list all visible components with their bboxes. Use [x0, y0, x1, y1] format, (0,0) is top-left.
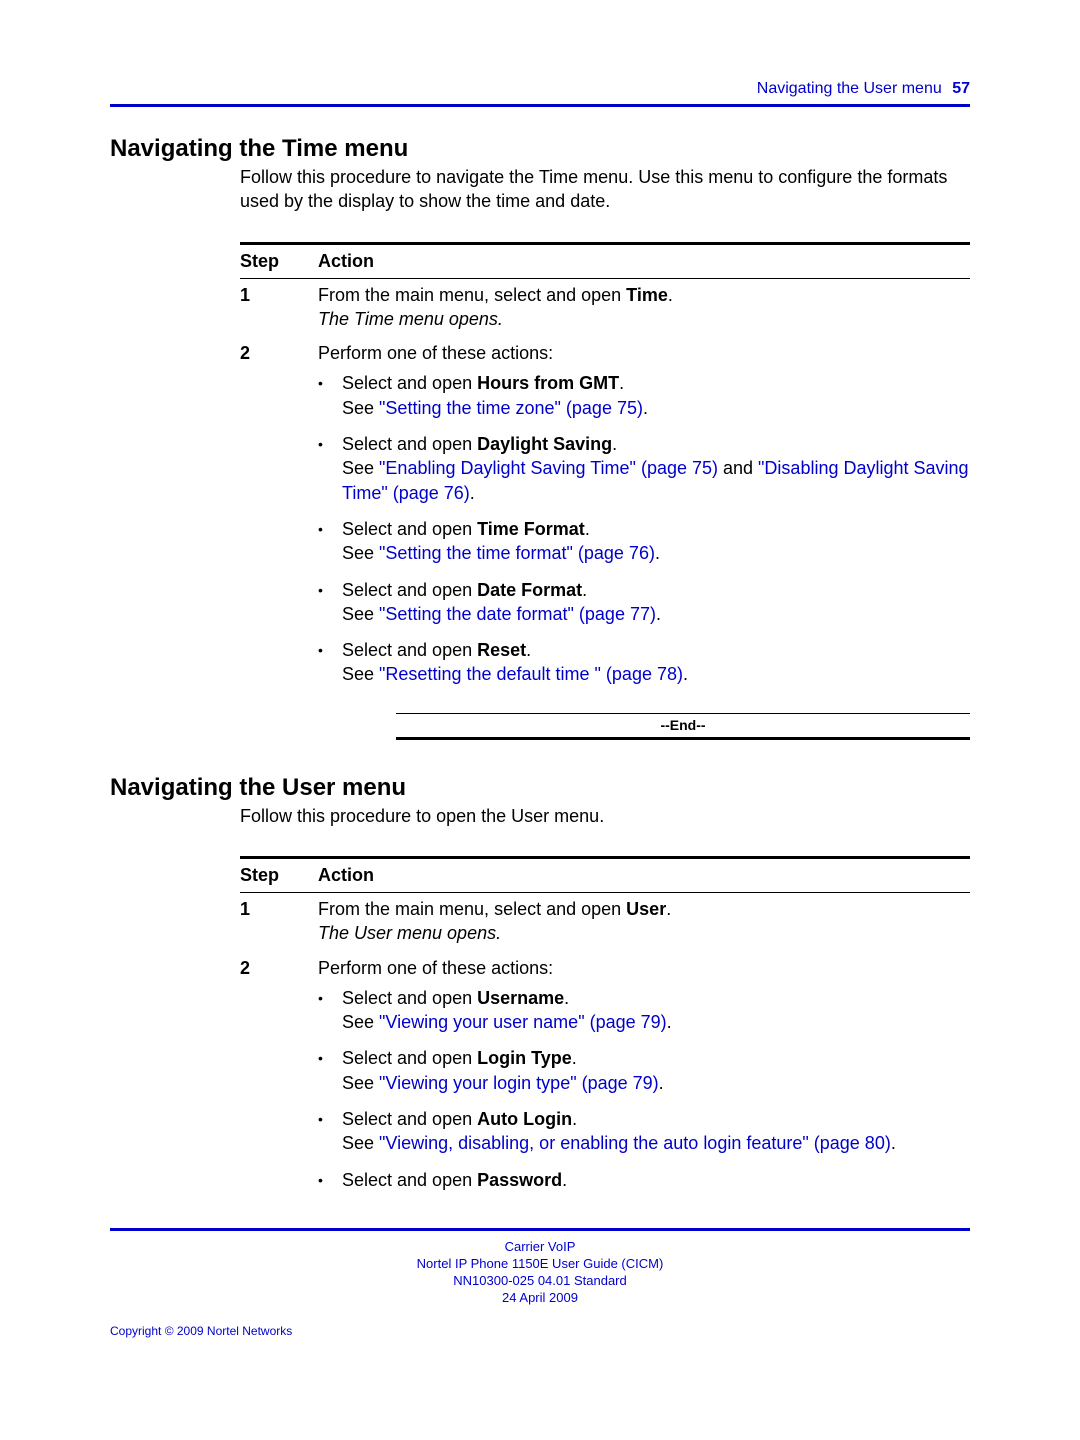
- page-number: 57: [952, 80, 970, 97]
- step-col-header: Step: [240, 251, 318, 272]
- cross-ref-link[interactable]: "Setting the time format" (page 76): [379, 543, 655, 563]
- step-action: From the main menu, select and open User…: [318, 897, 970, 946]
- bullet-icon: •: [318, 371, 342, 420]
- section-intro-time: Follow this procedure to navigate the Ti…: [240, 165, 970, 214]
- step-col-header: Step: [240, 865, 318, 886]
- cross-ref-link[interactable]: "Resetting the default time " (page 78): [379, 664, 683, 684]
- header-title: Navigating the User menu: [757, 80, 942, 97]
- section-heading-time: Navigating the Time menu: [110, 135, 970, 163]
- table-header: Step Action: [240, 859, 970, 892]
- step-number: 2: [240, 341, 318, 739]
- list-item: • Select and open Daylight Saving. See "…: [318, 426, 970, 511]
- footer-rule: [110, 1228, 970, 1231]
- step-action: From the main menu, select and open Time…: [318, 283, 970, 332]
- cross-ref-link[interactable]: "Enabling Daylight Saving Time" (page 75…: [379, 458, 718, 478]
- list-item: • Select and open Password.: [318, 1162, 970, 1198]
- footer-line: 24 April 2009: [110, 1290, 970, 1307]
- cross-ref-link[interactable]: "Viewing your user name" (page 79): [379, 1012, 667, 1032]
- footer-line: Nortel IP Phone 1150E User Guide (CICM): [110, 1256, 970, 1273]
- table-row: 1 From the main menu, select and open Us…: [240, 893, 970, 952]
- bullet-text: Select and open Login Type. See "Viewing…: [342, 1046, 970, 1095]
- step-result: The User menu opens.: [318, 923, 501, 943]
- action-col-header: Action: [318, 251, 970, 272]
- bullet-text: Select and open Hours from GMT. See "Set…: [342, 371, 970, 420]
- list-item: • Select and open Reset. See "Resetting …: [318, 632, 970, 693]
- step-number: 1: [240, 897, 318, 946]
- bullet-icon: •: [318, 1046, 342, 1095]
- header-rule: [110, 104, 970, 107]
- bullet-text: Select and open Date Format. See "Settin…: [342, 578, 970, 627]
- cross-ref-link[interactable]: "Viewing your login type" (page 79): [379, 1073, 659, 1093]
- list-item: • Select and open Auto Login. See "Viewi…: [318, 1101, 970, 1162]
- end-block: --End--: [396, 713, 970, 740]
- bullet-text: Select and open Reset. See "Resetting th…: [342, 638, 970, 687]
- bullet-icon: •: [318, 432, 342, 505]
- step-table-user: Step Action 1 From the main menu, select…: [240, 856, 970, 1204]
- cross-ref-link[interactable]: "Setting the time zone" (page 75): [379, 398, 643, 418]
- table-row: 1 From the main menu, select and open Ti…: [240, 279, 970, 338]
- step-number: 2: [240, 956, 318, 1198]
- bullet-list: • Select and open Hours from GMT. See "S…: [318, 365, 970, 692]
- section-heading-user: Navigating the User menu: [110, 774, 970, 802]
- action-col-header: Action: [318, 865, 970, 886]
- cross-ref-link[interactable]: "Viewing, disabling, or enabling the aut…: [379, 1133, 891, 1153]
- footer-line: NN10300-025 04.01 Standard: [110, 1273, 970, 1290]
- copyright-text: Copyright © 2009 Nortel Networks: [110, 1324, 970, 1338]
- list-item: • Select and open Time Format. See "Sett…: [318, 511, 970, 572]
- footer-line: Carrier VoIP: [110, 1239, 970, 1256]
- step-result: The Time menu opens.: [318, 309, 503, 329]
- step-text: From the main menu, select and open User…: [318, 899, 671, 919]
- table-header: Step Action: [240, 245, 970, 278]
- bullet-icon: •: [318, 517, 342, 566]
- bullet-icon: •: [318, 578, 342, 627]
- bullet-icon: •: [318, 1107, 342, 1156]
- step-table-time: Step Action 1 From the main menu, select…: [240, 242, 970, 746]
- bullet-text: Select and open Auto Login. See "Viewing…: [342, 1107, 970, 1156]
- bullet-icon: •: [318, 638, 342, 687]
- section-intro-user: Follow this procedure to open the User m…: [240, 804, 970, 828]
- bullet-list: • Select and open Username. See "Viewing…: [318, 980, 970, 1198]
- list-item: • Select and open Hours from GMT. See "S…: [318, 365, 970, 426]
- end-rule-bottom: [396, 737, 970, 740]
- bullet-icon: •: [318, 1168, 342, 1192]
- cross-ref-link[interactable]: "Setting the date format" (page 77): [379, 604, 656, 624]
- bullet-text: Select and open Time Format. See "Settin…: [342, 517, 970, 566]
- page-footer: Carrier VoIP Nortel IP Phone 1150E User …: [110, 1239, 970, 1307]
- step-text: Perform one of these actions:: [318, 343, 553, 363]
- table-row: 2 Perform one of these actions: • Select…: [240, 952, 970, 1204]
- end-marker: --End--: [396, 714, 970, 737]
- step-number: 1: [240, 283, 318, 332]
- table-row: 2 Perform one of these actions: • Select…: [240, 337, 970, 745]
- step-text: From the main menu, select and open Time…: [318, 285, 673, 305]
- bullet-text: Select and open Daylight Saving. See "En…: [342, 432, 970, 505]
- bullet-text: Select and open Username. See "Viewing y…: [342, 986, 970, 1035]
- list-item: • Select and open Login Type. See "Viewi…: [318, 1040, 970, 1101]
- step-action: Perform one of these actions: • Select a…: [318, 956, 970, 1198]
- list-item: • Select and open Username. See "Viewing…: [318, 980, 970, 1041]
- list-item: • Select and open Date Format. See "Sett…: [318, 572, 970, 633]
- step-action: Perform one of these actions: • Select a…: [318, 341, 970, 739]
- bullet-icon: •: [318, 986, 342, 1035]
- step-text: Perform one of these actions:: [318, 958, 553, 978]
- bullet-text: Select and open Password.: [342, 1168, 970, 1192]
- running-header: Navigating the User menu 57: [110, 80, 970, 98]
